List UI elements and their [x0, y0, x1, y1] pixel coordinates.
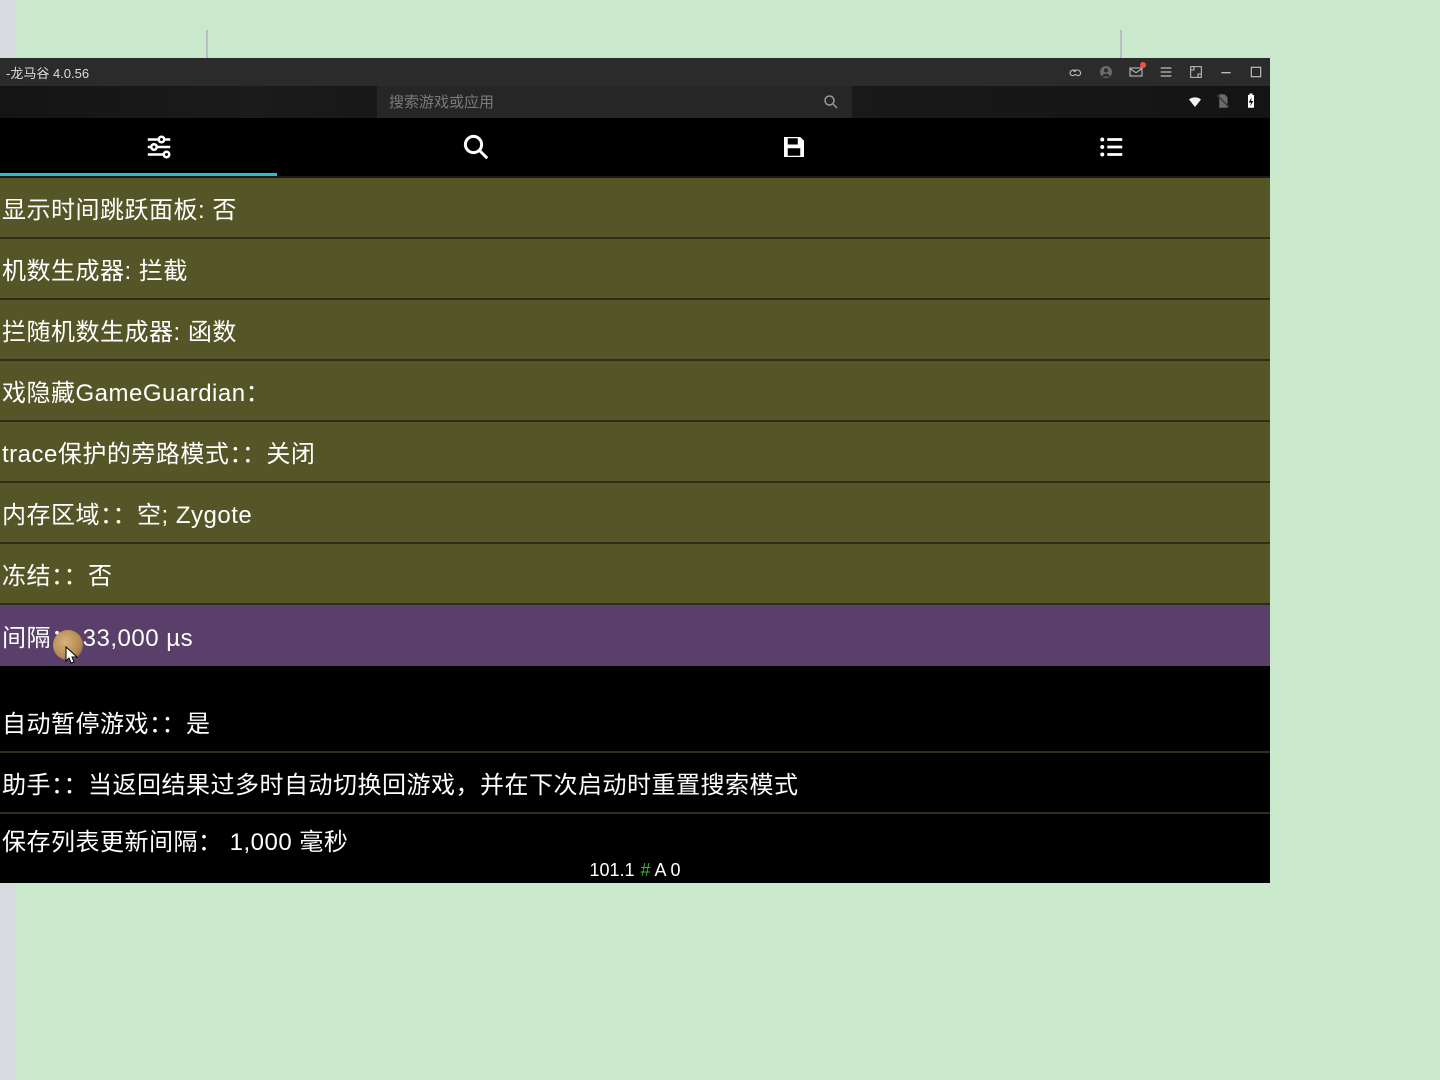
setting-row[interactable]: 拦随机数生成器: 函数: [0, 300, 1270, 361]
android-status-icons: [1186, 92, 1260, 115]
setting-row[interactable]: 机数生成器: 拦截: [0, 239, 1270, 300]
tab-sliders[interactable]: [0, 118, 318, 176]
active-tab-underline: [0, 173, 277, 176]
emulator-window: -龙马谷 4.0.56: [0, 58, 1270, 883]
status-hash: #: [641, 860, 651, 881]
launcher-search-bar[interactable]: [377, 86, 852, 118]
setting-label: 戏隐藏GameGuardian：: [2, 373, 270, 408]
emulator-header-strip: [0, 86, 1270, 118]
setting-label: 间隔： 33,000 µs: [2, 618, 193, 653]
mail-icon[interactable]: [1128, 64, 1144, 80]
titlebar-left: -龙马谷 4.0.56: [4, 63, 89, 82]
setting-label: 冻结：：否: [2, 556, 113, 591]
window-title: -龙马谷 4.0.56: [6, 63, 89, 82]
setting-row[interactable]: 助手：：当返回结果过多时自动切换回游戏，并在下次启动时重置搜索模式: [0, 753, 1270, 814]
setting-label: 显示时间跳跃面板: 否: [2, 190, 237, 225]
section-gap: [0, 666, 1270, 692]
titlebar-right: [1068, 64, 1264, 80]
no-sim-icon: [1214, 92, 1232, 115]
host-tab-divider: [1120, 30, 1122, 58]
minimize-icon[interactable]: [1218, 64, 1234, 80]
setting-label: 内存区域：：空; Zygote: [2, 495, 252, 530]
host-top-area: [16, 0, 1440, 58]
setting-label: 机数生成器: 拦截: [2, 251, 188, 286]
setting-row[interactable]: trace保护的旁路模式：：关闭: [0, 422, 1270, 483]
status-version: 101.1: [589, 860, 634, 881]
setting-label: 保存列表更新间隔： 1,000 毫秒: [2, 822, 348, 857]
menu-icon[interactable]: [1158, 64, 1174, 80]
setting-row[interactable]: 显示时间跳跃面板: 否: [0, 178, 1270, 239]
user-avatar-icon[interactable]: [1098, 64, 1114, 80]
status-suffix: A 0: [655, 860, 681, 881]
tab-search[interactable]: [318, 118, 636, 176]
host-tab-divider: [206, 30, 208, 58]
maximize-icon[interactable]: [1248, 64, 1264, 80]
wifi-icon: [1186, 92, 1204, 115]
settings-list: 显示时间跳跃面板: 否 机数生成器: 拦截 拦随机数生成器: 函数 戏隐藏Gam…: [0, 178, 1270, 864]
setting-label: trace保护的旁路模式：：关闭: [2, 434, 315, 469]
launcher-search-input[interactable]: [389, 94, 822, 111]
tab-save[interactable]: [635, 118, 953, 176]
setting-row[interactable]: 冻结：：否: [0, 544, 1270, 605]
setting-label: 自动暂停游戏：：是: [2, 704, 211, 739]
setting-row[interactable]: 自动暂停游戏：：是: [0, 692, 1270, 753]
setting-row[interactable]: 内存区域：：空; Zygote: [0, 483, 1270, 544]
setting-label: 拦随机数生成器: 函数: [2, 312, 237, 347]
gg-status-bar: 101.1 # A 0: [0, 857, 1270, 883]
setting-row[interactable]: 戏隐藏GameGuardian：: [0, 361, 1270, 422]
tab-list[interactable]: [953, 118, 1271, 176]
setting-row-highlight[interactable]: 间隔： 33,000 µs: [0, 605, 1270, 666]
setting-label: 助手：：当返回结果过多时自动切换回游戏，并在下次启动时重置搜索模式: [2, 765, 799, 800]
battery-charging-icon: [1242, 92, 1260, 115]
gg-tab-row: [0, 118, 1270, 178]
search-icon: [822, 93, 840, 111]
gamepad-icon[interactable]: [1068, 64, 1084, 80]
fullscreen-icon[interactable]: [1188, 64, 1204, 80]
emulator-titlebar: -龙马谷 4.0.56: [0, 58, 1270, 86]
